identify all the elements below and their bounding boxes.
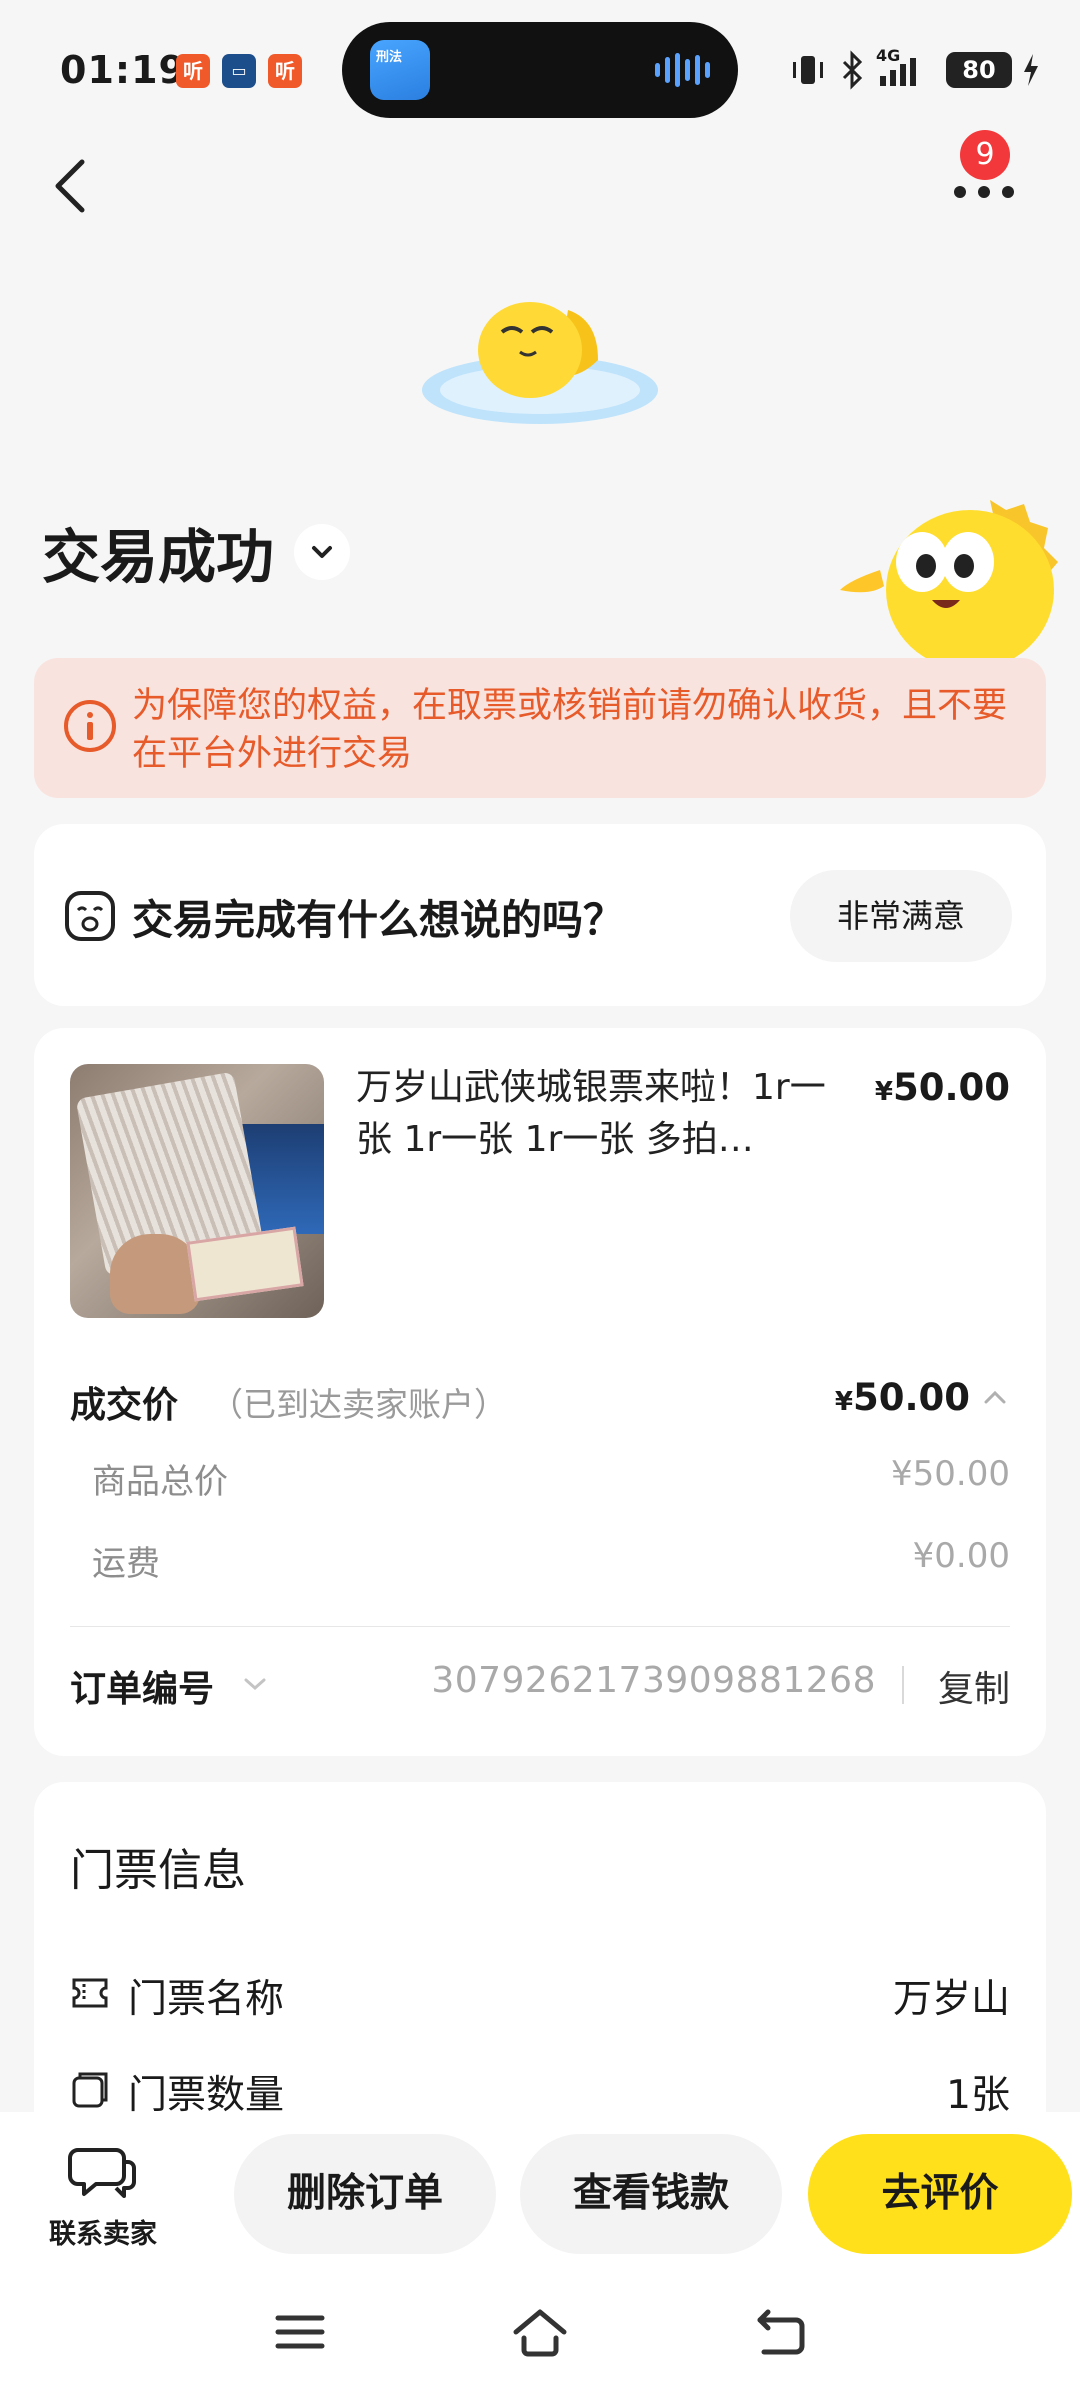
contact-seller-button[interactable]: 联系卖家 [38,2142,168,2251]
battery-indicator: 80 [946,52,1012,88]
view-money-button[interactable]: 查看钱款 [520,2134,782,2254]
product-thumbnail[interactable] [70,1064,324,1318]
ticket-icon [72,1978,108,2008]
menu-icon[interactable] [270,2304,330,2360]
very-satisfied-button[interactable]: 非常满意 [790,870,1012,962]
smiley-face-icon [65,891,115,941]
order-number-label: 订单编号 [70,1669,215,1710]
app-notification-icon: 听 [268,54,302,88]
dynamic-island[interactable]: 刑法 [342,22,738,118]
subtotal-row: 商品总价 ¥50.00 [92,1454,1010,1504]
shipping-value: ¥0.00 [912,1536,1010,1576]
copy-button[interactable]: 复制 [938,1660,1010,1712]
app-notification-icon: ▭ [222,54,256,88]
order-number-row: 订单编号 3079262173909881268 复制 [70,1652,1010,1712]
order-card: 万岁山武侠城银票来啦！1r一张 1r一张 1r一张 多拍… ¥50.00 成交价… [34,1028,1046,1756]
chevron-left-icon [55,159,85,213]
deal-price-note: （已到达卖家账户） [210,1385,507,1424]
status-indicators: 4G 80 [788,46,1040,92]
home-icon[interactable] [510,2304,570,2360]
contact-seller-label: 联系卖家 [49,2219,157,2250]
subtotal-label: 商品总价 [92,1462,228,1502]
bluetooth-icon [842,50,863,90]
app-notification-icon: 听 [176,54,210,88]
order-number: 3079262173909881268 [431,1660,876,1701]
back-nav-icon[interactable] [752,2304,812,2360]
ticket-stack-icon [72,2072,108,2108]
warning-text: 为保障您的权益，在取票或核销前请勿确认收货，且不要在平台外进行交易 [132,686,1008,774]
signal-icon: 4G [876,46,936,90]
charging-icon [1024,54,1038,86]
more-menu-button[interactable]: 9 [940,130,1020,210]
deal-price: ¥50.00 [835,1376,970,1419]
delete-order-button[interactable]: 删除订单 [234,2134,496,2254]
divider [70,1626,1010,1627]
deal-price-row[interactable]: 成交价 （已到达卖家账户） ¥50.00 [70,1368,1010,1428]
audio-wave-icon [655,52,710,88]
feedback-question: 交易完成有什么想说的吗？ [132,896,624,944]
ticket-name-row: 门票名称 万岁山 [70,1964,1010,2022]
currency-symbol: ¥ [834,1387,853,1417]
island-app-icon: 刑法 [370,40,430,100]
warning-banner: 为保障您的权益，在取票或核销前请勿确认收货，且不要在平台外进行交易 [34,658,1046,798]
order-status-header: 交易成功 [42,510,351,594]
product-price-value: 50.00 [892,1066,1010,1109]
chat-bubble-icon [68,2148,136,2198]
ticket-info-heading: 门票信息 [70,1845,246,1896]
feedback-card: 交易完成有什么想说的吗？ 非常满意 [34,824,1046,1006]
chevron-up-icon [984,1390,1006,1404]
divider [902,1666,904,1704]
info-icon [64,700,116,752]
page-title: 交易成功 [42,523,275,591]
back-button[interactable] [48,150,98,220]
deal-price-label: 成交价 [70,1385,179,1426]
subtotal-value: ¥50.00 [891,1454,1010,1494]
status-bar: 01:19 听 ▭ 听 刑法 4G 80 [0,0,1080,130]
shipping-label: 运费 [92,1544,160,1584]
deal-price-value: 50.00 [852,1376,970,1419]
shipping-row: 运费 ¥0.00 [92,1536,1010,1586]
system-navigation-bar [0,2260,1080,2400]
ticket-name-label: 门票名称 [128,1977,285,2022]
status-expand-button[interactable] [294,524,351,580]
more-dots-icon [954,186,1014,198]
currency-symbol: ¥ [874,1077,893,1107]
ticket-name-value: 万岁山 [892,1977,1010,2022]
product-title[interactable]: 万岁山武侠城银票来啦！1r一张 1r一张 1r一张 多拍… [356,1062,856,1166]
status-time: 01:19 [60,48,186,92]
mascot-illustration [422,302,658,424]
vibrate-icon [793,56,823,84]
chevron-down-icon [312,546,333,558]
notification-badge: 9 [960,130,1010,180]
mascot-illustration [840,500,1058,660]
product-price: ¥50.00 [875,1066,1010,1109]
chevron-down-icon[interactable] [240,1672,270,1696]
ticket-quantity-row: 门票数量 1张 [70,2060,1010,2118]
write-review-button[interactable]: 去评价 [808,2134,1072,2254]
